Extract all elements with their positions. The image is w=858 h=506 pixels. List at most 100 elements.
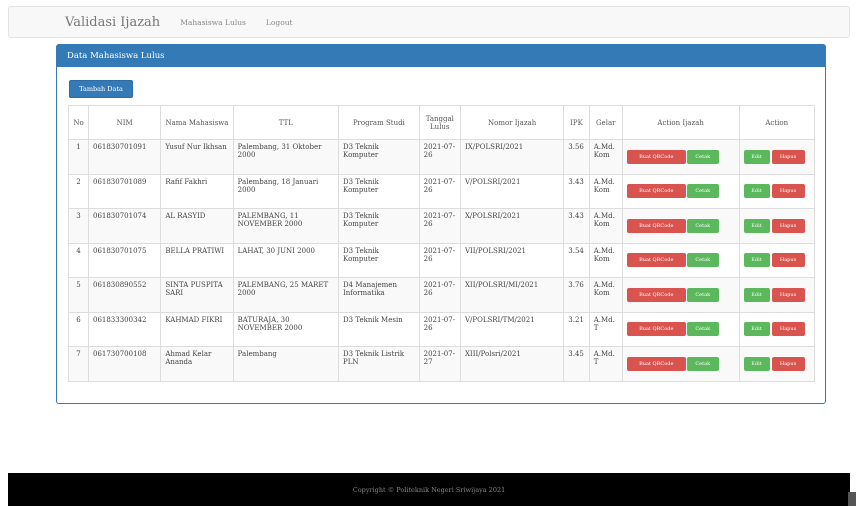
program-studi-cell: D3 Teknik Mesin: [338, 311, 420, 347]
col-header-ipk: IPK: [563, 105, 590, 140]
table-row: 3 061830701074 AL RASYID PALEMBANG, 11 NOVE…: [68, 208, 816, 244]
delete-button[interactable]: Hapus: [771, 149, 805, 164]
nim-cell: 061830701091: [87, 139, 162, 175]
nama-cell: Yusuf Nur Ikhsan: [160, 139, 234, 175]
action-cell: Edit Hapus: [738, 139, 816, 175]
top-navbar: Validasi Ijazah Mahasiswa Lulus Logout: [8, 6, 850, 38]
nama-cell: Ahmad Kelar Ananda: [160, 346, 234, 382]
delete-button[interactable]: Hapus: [771, 322, 805, 337]
tanggal-lulus-cell: 2021-07-26: [418, 311, 461, 347]
tanggal-lulus-cell: 2021-07-26: [418, 242, 461, 278]
edit-button[interactable]: Edit: [743, 322, 770, 337]
ttl-cell: BATURAJA, 30 NOVEMBER 2000: [232, 311, 340, 347]
ipk-cell: 3.21: [563, 311, 590, 347]
program-studi-cell: D3 Teknik Komputer: [338, 208, 420, 244]
delete-button[interactable]: Hapus: [771, 356, 805, 371]
program-studi-cell: D3 Teknik Listrik PLN: [338, 346, 420, 382]
table-row: 6 061833300342 KAHMAD FIKRI BATURAJA, 30 NO…: [68, 311, 816, 347]
nama-cell: AL RASYID: [160, 208, 234, 244]
delete-button[interactable]: Hapus: [771, 218, 805, 233]
action-cell: Edit Hapus: [738, 173, 816, 209]
print-button[interactable]: Cetak: [686, 322, 719, 337]
row-number: 5: [68, 277, 89, 313]
edit-button[interactable]: Edit: [743, 218, 770, 233]
edit-button[interactable]: Edit: [743, 356, 770, 371]
row-number: 2: [68, 173, 89, 209]
delete-button[interactable]: Hapus: [771, 253, 805, 268]
nomor-ijazah-cell: V/POLSRI/2021: [459, 173, 565, 209]
action-cell: Edit Hapus: [738, 208, 816, 244]
print-button[interactable]: Cetak: [686, 184, 719, 199]
ttl-cell: LAHAT, 30 JUNI 2000: [232, 242, 340, 278]
program-studi-cell: D3 Teknik Komputer: [338, 173, 420, 209]
col-header-action: Action: [738, 105, 816, 140]
print-button[interactable]: Cetak: [686, 356, 719, 371]
print-button[interactable]: Cetak: [686, 149, 719, 164]
gelar-cell: A.Md. Kom: [588, 242, 623, 278]
edit-button[interactable]: Edit: [743, 253, 770, 268]
col-header-program-studi: Program Studi: [338, 105, 420, 140]
print-button[interactable]: Cetak: [686, 253, 719, 268]
print-button[interactable]: Cetak: [686, 287, 719, 302]
action-cell: Edit Hapus: [738, 311, 816, 347]
panel-title: Data Mahasiswa Lulus: [57, 45, 825, 67]
ttl-cell: Palembang, 18 Januari 2000: [232, 173, 340, 209]
edit-button[interactable]: Edit: [743, 287, 770, 302]
generate-qrcode-button[interactable]: Buat QRCode: [626, 218, 686, 233]
col-header-nim: NIM: [87, 105, 162, 140]
generate-qrcode-button[interactable]: Buat QRCode: [626, 184, 686, 199]
ipk-cell: 3.56: [563, 139, 590, 175]
print-button[interactable]: Cetak: [686, 218, 719, 233]
ttl-cell: Palembang: [232, 346, 340, 382]
ipk-cell: 3.43: [563, 208, 590, 244]
action-ijazah-cell: Buat QRCode Cetak: [621, 208, 740, 244]
delete-button[interactable]: Hapus: [771, 287, 805, 302]
gelar-cell: A.Md. Kom: [588, 208, 623, 244]
edit-button[interactable]: Edit: [743, 184, 770, 199]
add-data-button[interactable]: Tambah Data: [69, 80, 133, 98]
ttl-cell: Palembang, 31 Oktober 2000: [232, 139, 340, 175]
nomor-ijazah-cell: IX/POLSRI/2021: [459, 139, 565, 175]
nim-cell: 061833300342: [87, 311, 162, 347]
generate-qrcode-button[interactable]: Buat QRCode: [626, 287, 686, 302]
nama-cell: SINTA PUSPITA SARI: [160, 277, 234, 313]
col-header-gelar: Gelar: [588, 105, 623, 140]
edit-button[interactable]: Edit: [743, 149, 770, 164]
tanggal-lulus-cell: 2021-07-26: [418, 173, 461, 209]
col-header-ttl: TTL: [232, 105, 340, 140]
row-number: 4: [68, 242, 89, 278]
generate-qrcode-button[interactable]: Buat QRCode: [626, 253, 686, 268]
nomor-ijazah-cell: X/POLSRI/2021: [459, 208, 565, 244]
nim-cell: 061830701074: [87, 208, 162, 244]
ipk-cell: 3.76: [563, 277, 590, 313]
action-ijazah-cell: Buat QRCode Cetak: [621, 139, 740, 175]
col-header-tanggal-lulus: Tanggal Lulus: [418, 105, 461, 140]
gelar-cell: A.Md. Kom: [588, 173, 623, 209]
action-ijazah-cell: Buat QRCode Cetak: [621, 242, 740, 278]
program-studi-cell: D3 Teknik Komputer: [338, 242, 420, 278]
table-row: 5 061830890552 SINTA PUSPITA SARI PALEMBANG…: [68, 277, 816, 313]
nim-cell: 061830701089: [87, 173, 162, 209]
table-row: 2 061830701089 Rafif Fakhri Palembang, 18 J…: [68, 173, 816, 209]
nomor-ijazah-cell: XIII/Polsri/2021: [459, 346, 565, 382]
nav-link-mahasiswa-lulus[interactable]: Mahasiswa Lulus: [180, 18, 246, 27]
nav-link-logout[interactable]: Logout: [266, 18, 293, 27]
brand-link[interactable]: Validasi Ijazah: [65, 15, 160, 30]
nim-cell: 061730700108: [87, 346, 162, 382]
action-ijazah-cell: Buat QRCode Cetak: [621, 173, 740, 209]
ipk-cell: 3.45: [563, 346, 590, 382]
generate-qrcode-button[interactable]: Buat QRCode: [626, 322, 686, 337]
col-header-nomor-ijazah: Nomor Ijazah: [459, 105, 565, 140]
nama-cell: KAHMAD FIKRI: [160, 311, 234, 347]
ipk-cell: 3.54: [563, 242, 590, 278]
action-ijazah-cell: Buat QRCode Cetak: [621, 346, 740, 382]
ttl-cell: PALEMBANG, 11 NOVEMBER 2000: [232, 208, 340, 244]
row-number: 1: [68, 139, 89, 175]
scroll-corner: [848, 492, 856, 506]
generate-qrcode-button[interactable]: Buat QRCode: [626, 149, 686, 164]
ttl-cell: PALEMBANG, 25 MARET 2000: [232, 277, 340, 313]
gelar-cell: A.Md. Kom: [588, 139, 623, 175]
delete-button[interactable]: Hapus: [771, 184, 805, 199]
col-header-no: No: [68, 105, 89, 140]
generate-qrcode-button[interactable]: Buat QRCode: [626, 356, 686, 371]
